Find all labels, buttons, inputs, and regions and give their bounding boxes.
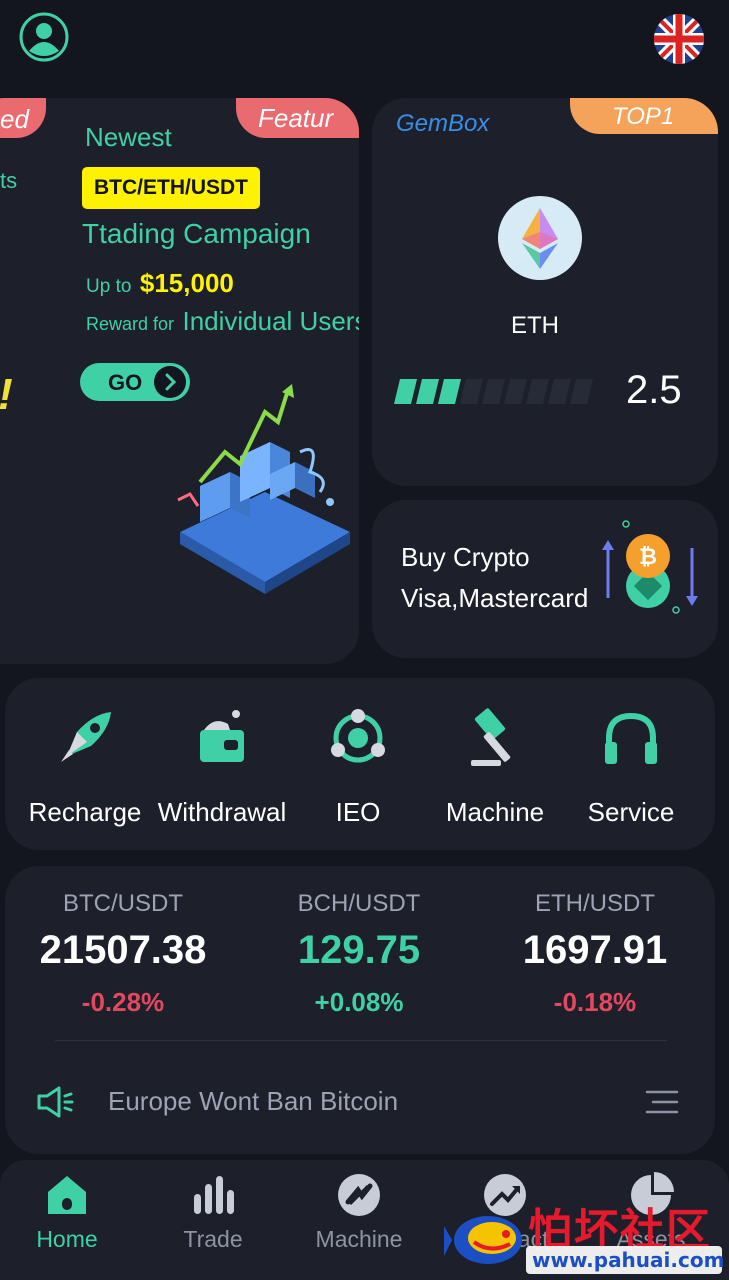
campaign-reward-row: Reward for Individual Users: [86, 306, 359, 337]
home-icon: [48, 1176, 86, 1214]
ticker-pair: BCH/USDT: [297, 890, 421, 917]
ticker-change: -0.28%: [81, 987, 165, 1017]
action-withdrawal[interactable]: Withdrawal: [152, 706, 292, 828]
action-recharge-label: Recharge: [28, 797, 142, 827]
user-avatar-button[interactable]: [18, 11, 70, 63]
rocket-icon: [61, 712, 111, 762]
market-divider: [55, 1040, 667, 1041]
buy-crypto-subtitle: Visa,Mastercard: [401, 583, 589, 613]
ticker-price: 21507.38: [39, 928, 207, 972]
watermark-url: www.pahuai.com: [532, 1248, 725, 1272]
bar-chart-icon: [194, 1176, 234, 1214]
campaign-prize-amount: $15,000: [139, 268, 234, 298]
uk-flag-icon: [654, 14, 704, 64]
ticker-btc[interactable]: BTC/USDT 21507.38 -0.28%: [5, 890, 241, 1018]
news-headline[interactable]: Europe Wont Ban Bitcoin: [108, 1086, 398, 1117]
level-segment-filled: [394, 379, 417, 404]
action-ieo[interactable]: IEO: [288, 706, 428, 828]
nav-machine-label: Machine: [315, 1226, 403, 1252]
headphones-icon: [605, 712, 657, 764]
gembox-level-bar: [394, 378, 604, 406]
market-overview: BTC/USDT 21507.38 -0.28% BCH/USDT 129.75…: [5, 866, 715, 1154]
campaign-banner[interactable]: ed ts ! Featur Newest BTC/ETH/USDT Ttadi…: [0, 98, 359, 664]
crypto-exchange-icon: ₿: [594, 518, 706, 618]
menu-icon[interactable]: [645, 1088, 679, 1116]
level-segment-filled: [438, 379, 461, 404]
prev-banner-mark: !: [0, 370, 13, 420]
ticker-change: -0.18%: [553, 987, 637, 1017]
gembox-rank-ribbon: TOP1: [570, 98, 718, 134]
level-segment-empty: [460, 379, 483, 404]
campaign-newest-label: Newest: [85, 122, 172, 152]
level-segment-empty: [526, 379, 549, 404]
action-machine[interactable]: Machine: [425, 706, 565, 828]
level-segment-empty: [548, 379, 571, 404]
gembox-brand: GemBox: [396, 110, 490, 137]
level-segment-empty: [504, 379, 527, 404]
nav-home-label: Home: [36, 1226, 98, 1252]
ieo-network-icon: [331, 709, 385, 763]
action-service-label: Service: [587, 797, 675, 827]
language-selector[interactable]: [654, 14, 704, 64]
ticker-bch[interactable]: BCH/USDT 129.75 +0.08%: [241, 890, 477, 1018]
machine-icon: [338, 1174, 380, 1216]
level-segment-empty: [570, 379, 593, 404]
action-ieo-label: IEO: [335, 797, 381, 827]
ticker-price: 129.75: [297, 928, 421, 972]
svg-text:₿: ₿: [639, 545, 657, 570]
action-withdrawal-label: Withdrawal: [157, 797, 287, 827]
wallet-icon: [200, 710, 244, 762]
buy-crypto-card[interactable]: Buy Crypto Visa,Mastercard ₿: [372, 500, 718, 658]
action-service[interactable]: Service: [561, 706, 701, 828]
level-segment-empty: [482, 379, 505, 404]
go-label: GO: [108, 370, 143, 395]
campaign-prize-row: Up to $15,000: [86, 268, 234, 299]
ticker-eth[interactable]: ETH/USDT 1697.91 -0.18%: [477, 890, 713, 1018]
action-machine-label: Machine: [445, 797, 545, 827]
gembox-coin-label: ETH: [511, 312, 559, 339]
campaign-pair-badge: BTC/ETH/USDT: [82, 167, 260, 209]
campaign-upto-label: Up to: [86, 276, 132, 297]
ticker-price: 1697.91: [522, 928, 668, 972]
trading-growth-illustration: [170, 382, 359, 602]
prev-banner-ribbon: ed: [0, 98, 46, 138]
buy-crypto-title: Buy Crypto: [401, 542, 530, 572]
fish-logo-icon: [444, 1216, 522, 1264]
hammer-icon: [471, 708, 511, 766]
gembox-level-value: 2.5: [626, 368, 682, 412]
ticker-change: +0.08%: [314, 987, 404, 1017]
nav-machine[interactable]: Machine: [286, 1172, 432, 1253]
campaign-title: Ttading Campaign: [82, 218, 311, 249]
user-avatar-icon: [19, 12, 69, 62]
nav-trade-label: Trade: [183, 1226, 243, 1252]
level-segment-filled: [416, 379, 439, 404]
ethereum-icon: [498, 196, 582, 280]
prev-banner-text: ts: [0, 168, 18, 193]
nav-trade[interactable]: Trade: [140, 1172, 286, 1253]
quick-actions-panel: Recharge Withdrawal IEO Machine Service: [5, 678, 715, 850]
ticker-pair: BTC/USDT: [63, 890, 183, 917]
site-watermark: 怕坏社区 www.pahuai.com: [440, 1196, 729, 1280]
ticker-pair: ETH/USDT: [535, 890, 655, 917]
nav-home[interactable]: Home: [0, 1172, 140, 1253]
campaign-reward-target: Individual Users: [182, 306, 359, 336]
gembox-card[interactable]: GemBox TOP1 ETH 2.5: [372, 98, 718, 486]
featured-ribbon: Featur: [236, 98, 359, 138]
speaker-icon: [35, 1084, 75, 1120]
action-recharge[interactable]: Recharge: [15, 706, 155, 828]
campaign-reward-label: Reward for: [86, 314, 175, 334]
